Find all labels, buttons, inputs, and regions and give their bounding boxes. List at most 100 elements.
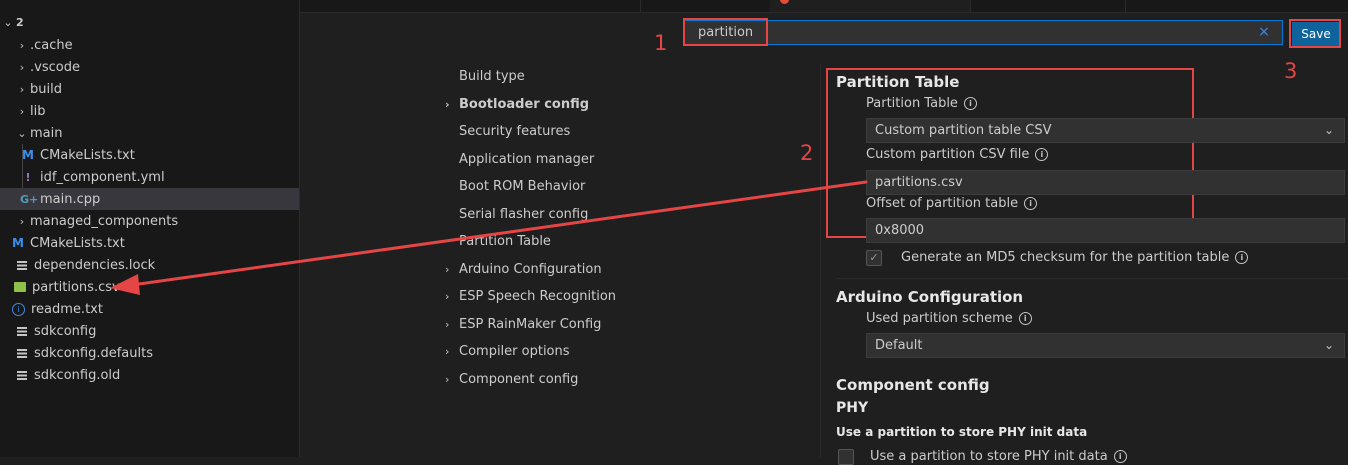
tree-item-cache[interactable]: › .cache: [0, 34, 299, 56]
category-build-type[interactable]: Build type: [445, 66, 525, 86]
cmake-icon: M: [22, 148, 34, 162]
category-component-config[interactable]: › Component config: [445, 369, 578, 389]
category-label: Boot ROM Behavior: [459, 178, 586, 194]
tree-item-label: idf_component.yml: [40, 169, 165, 185]
editor-tab-active[interactable]: [770, 0, 971, 12]
tree-item-vscode[interactable]: › .vscode: [0, 56, 299, 78]
tree-item-label: CMakeLists.txt: [30, 235, 125, 251]
category-security-features[interactable]: Security features: [445, 121, 570, 141]
partition-table-select[interactable]: Custom partition table CSV ⌄: [866, 118, 1345, 143]
editor-tab[interactable]: [475, 0, 641, 12]
category-label: Security features: [459, 123, 571, 139]
chevron-right-icon: ›: [19, 82, 25, 96]
tree-item-main-cmakelists[interactable]: M CMakeLists.txt: [0, 144, 299, 166]
tree-item-dependencies-lock[interactable]: dependencies.lock: [0, 254, 299, 276]
tree-item-label: build: [30, 81, 62, 97]
info-icon[interactable]: i: [963, 97, 977, 110]
category-label: Application manager: [459, 151, 595, 167]
section-heading-partition-table: Partition Table: [836, 73, 960, 91]
explorer-panel: ⌄ 2 › .cache › .vscode › build › lib ⌄ m…: [0, 0, 300, 457]
category-label: Build type: [459, 68, 525, 84]
tree-item-label: main: [30, 125, 63, 141]
tree-item-label: .vscode: [30, 59, 80, 75]
editor-tab-bar: [300, 0, 1348, 13]
category-esp-speech-recognition[interactable]: › ESP Speech Recognition: [445, 286, 616, 306]
category-label: Component config: [459, 371, 579, 387]
tree-item-build[interactable]: › build: [0, 78, 299, 100]
section-separator: [836, 278, 1348, 279]
tab-modified-dot-icon: [780, 0, 789, 4]
tree-item-label: sdkconfig: [34, 323, 97, 339]
category-bootloader-config[interactable]: › Bootloader config: [445, 94, 589, 114]
save-button[interactable]: Save: [1292, 22, 1340, 46]
category-application-manager[interactable]: Application manager: [445, 149, 594, 169]
section-heading-component-config: Component config: [836, 376, 990, 394]
category-arduino-configuration[interactable]: › Arduino Configuration: [445, 259, 602, 279]
info-icon[interactable]: i: [1018, 312, 1032, 325]
category-label: Arduino Configuration: [459, 261, 602, 277]
editor-tab[interactable]: [640, 0, 771, 12]
annotation-number-3: 3: [1284, 59, 1298, 83]
chevron-down-icon: ⌄: [3, 15, 13, 29]
partition-scheme-select[interactable]: Default ⌄: [866, 333, 1345, 358]
text-lines-icon: [17, 370, 27, 380]
chevron-right-icon: ›: [445, 289, 450, 303]
partition-offset-input[interactable]: 0x8000: [866, 218, 1345, 243]
chevron-right-icon: ›: [19, 60, 25, 74]
md5-checksum-checkbox[interactable]: ✓: [866, 250, 882, 266]
info-icon[interactable]: i: [1035, 148, 1049, 161]
section-heading-arduino-configuration: Arduino Configuration: [836, 288, 1024, 306]
chevron-right-icon: ›: [19, 104, 25, 118]
setting-heading-phy-partition: Use a partition to store PHY init data: [836, 425, 1088, 439]
tree-root-folder[interactable]: ⌄ 2: [0, 11, 299, 33]
tree-item-partitions-csv[interactable]: partitions.csv: [0, 276, 299, 298]
clear-search-icon[interactable]: ×: [1256, 23, 1272, 41]
yaml-icon: !: [25, 170, 31, 184]
tree-item-managed-components[interactable]: › managed_components: [0, 210, 299, 232]
text-lines-icon: [17, 326, 27, 336]
tree-root-label: 2: [16, 15, 24, 29]
category-compiler-options[interactable]: › Compiler options: [445, 341, 570, 361]
tree-item-sdkconfig-old[interactable]: sdkconfig.old: [0, 364, 299, 386]
info-icon[interactable]: i: [1024, 197, 1038, 210]
category-boot-rom-behavior[interactable]: Boot ROM Behavior: [445, 176, 585, 196]
setting-label-partition-table: Partition Table i: [866, 96, 977, 111]
tree-item-root-cmakelists[interactable]: M CMakeLists.txt: [0, 232, 299, 254]
chevron-right-icon: ›: [445, 372, 450, 386]
category-label: Partition Table: [459, 233, 551, 249]
tree-item-label: lib: [30, 103, 46, 119]
category-esp-rainmaker-config[interactable]: › ESP RainMaker Config: [445, 314, 601, 334]
category-label: Serial flasher config: [459, 206, 589, 222]
tree-item-idf-component[interactable]: ! idf_component.yml: [0, 166, 299, 188]
tree-item-main-cpp[interactable]: G+ main.cpp: [0, 188, 299, 210]
tree-item-readme[interactable]: i readme.txt: [0, 298, 299, 320]
chevron-down-icon: ⌄: [1323, 123, 1334, 137]
text-lines-icon: [17, 260, 27, 270]
category-partition-table[interactable]: Partition Table: [445, 231, 551, 251]
tree-item-lib[interactable]: › lib: [0, 100, 299, 122]
editor-tab[interactable]: [1125, 0, 1348, 12]
tree-item-label: .cache: [30, 37, 73, 53]
tree-item-label: sdkconfig.old: [34, 367, 121, 383]
custom-partition-csv-input[interactable]: partitions.csv: [866, 170, 1345, 195]
setting-label-custom-csv: Custom partition CSV file i: [866, 147, 1049, 162]
pane-divider: [820, 64, 821, 457]
tree-item-sdkconfig-defaults[interactable]: sdkconfig.defaults: [0, 342, 299, 364]
chevron-right-icon: ›: [445, 97, 450, 111]
tree-item-sdkconfig[interactable]: sdkconfig: [0, 320, 299, 342]
tree-item-label: dependencies.lock: [34, 257, 156, 273]
editor-tab[interactable]: [970, 0, 1126, 12]
annotation-number-1: 1: [654, 31, 668, 55]
chevron-right-icon: ›: [19, 38, 25, 52]
phy-partition-checkbox[interactable]: [838, 449, 854, 465]
tree-item-main[interactable]: ⌄ main: [0, 122, 299, 144]
category-label: Bootloader config: [459, 96, 590, 112]
chevron-right-icon: ›: [445, 344, 450, 358]
tree-item-label: main.cpp: [40, 191, 101, 207]
settings-search-input[interactable]: [683, 20, 1283, 45]
category-serial-flasher-config[interactable]: Serial flasher config: [445, 204, 588, 224]
setting-label-partition-scheme: Used partition scheme i: [866, 311, 1032, 326]
cmake-icon: M: [12, 236, 24, 250]
info-icon[interactable]: i: [1235, 251, 1249, 264]
setting-label-md5: Generate an MD5 checksum for the partiti…: [901, 250, 1249, 265]
